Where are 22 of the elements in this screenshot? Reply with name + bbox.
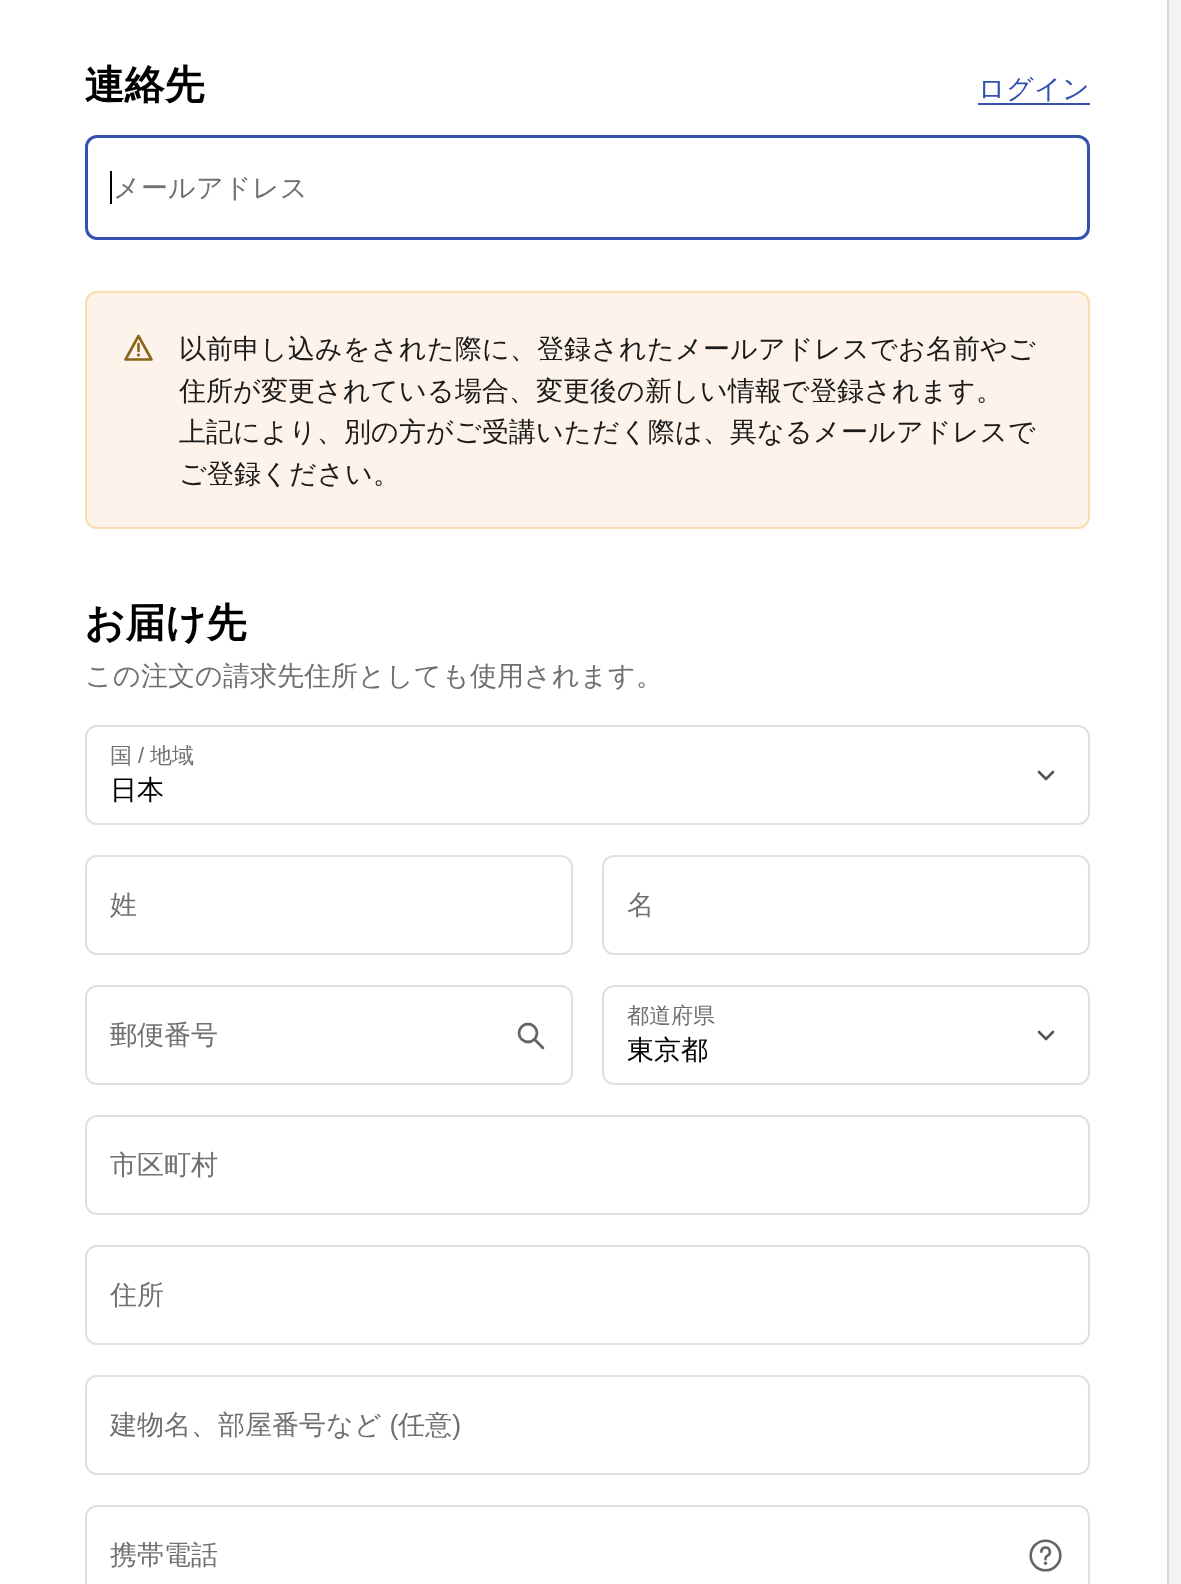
search-icon[interactable] <box>516 1020 545 1050</box>
text-field[interactable]: 建物名、部屋番号など (任意) <box>85 1375 1090 1475</box>
text-field[interactable]: 姓 <box>85 855 573 955</box>
chevron-down-icon <box>1037 769 1055 781</box>
section-title: お届け先 <box>85 599 248 646</box>
text-cursor-icon <box>110 171 112 204</box>
text-field[interactable]: 住所 <box>85 1245 1090 1345</box>
text-field[interactable]: 携帯電話 <box>85 1505 1090 1584</box>
text-field[interactable]: 郵便番号 <box>85 985 573 1085</box>
notice-text: 上記により、別の方がご受講いただく際は、異なるメールアドレスでご登録ください。 <box>179 415 1037 491</box>
warning-icon <box>123 333 154 364</box>
notice-text: 以前申し込みをされた際に、登録されたメールアドレスでお名前やご住所が変更されている場合、変更後の新しい情報で登録されます。 <box>179 332 1037 408</box>
login-link[interactable]: ログイン <box>978 71 1090 107</box>
text-field[interactable]: 名 <box>602 855 1090 955</box>
dropdown-field[interactable]: 都道府県 東京都 <box>602 985 1090 1085</box>
section-subtitle: この注文の請求先住所としても使用されます。 <box>85 660 664 693</box>
dropdown-field[interactable]: 国 / 地域 日本 <box>85 725 1090 825</box>
email-field[interactable]: メールアドレス <box>85 135 1090 240</box>
text-field[interactable]: 市区町村 <box>85 1115 1090 1215</box>
chevron-down-icon <box>1037 1029 1055 1041</box>
help-icon[interactable] <box>1029 1539 1062 1572</box>
section-title: 連絡先 <box>85 61 205 108</box>
